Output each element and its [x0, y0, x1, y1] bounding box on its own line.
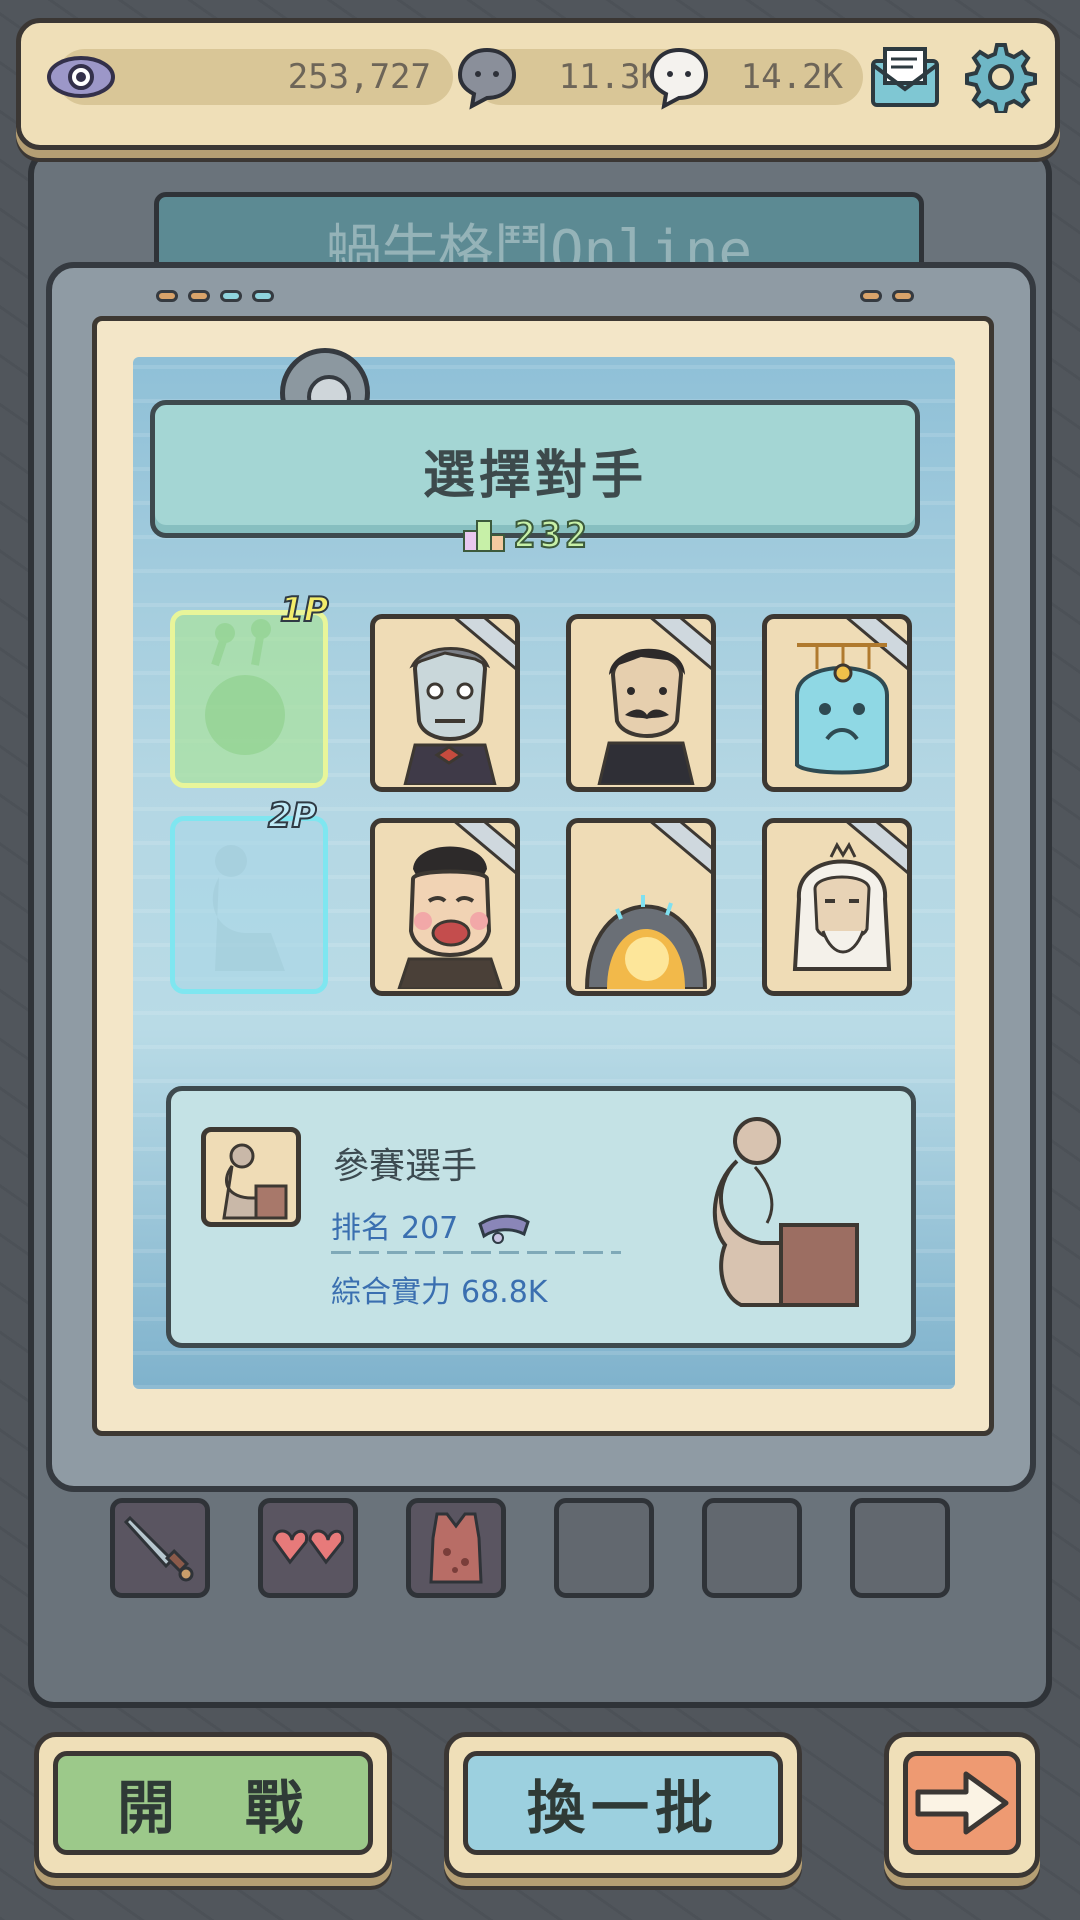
mustache-gentleman-portrait — [597, 648, 695, 785]
opponent-card[interactable] — [370, 614, 520, 792]
old-man-vampire-portrait — [403, 647, 497, 785]
inventory-slot-dagger[interactable] — [110, 1498, 210, 1598]
refresh-opponents-label: 換一批 — [463, 1751, 783, 1855]
top-status-bar: 253,727 11.3K 14.2K — [16, 18, 1060, 150]
opponent-card[interactable] — [370, 818, 520, 996]
slot-1p[interactable] — [170, 610, 328, 788]
light-speech-bubble-icon — [643, 41, 715, 113]
inventory-slot-empty[interactable] — [850, 1498, 950, 1598]
player-rank: 232 — [462, 512, 591, 558]
blue-ghost-portrait — [795, 643, 889, 775]
inventory-slot-empty[interactable] — [554, 1498, 654, 1598]
contestant-thumbnail — [201, 1127, 301, 1227]
thinker-silhouette-icon — [212, 845, 285, 971]
gear-icon[interactable] — [965, 41, 1037, 113]
dark-bubble-count: 11.3K — [558, 57, 661, 97]
views-count: 253,727 — [287, 57, 431, 97]
light-bubble-count: 14.2K — [740, 57, 843, 97]
rank-value: 232 — [513, 514, 592, 557]
power-label: 綜合實力 — [331, 1275, 451, 1310]
1p-label: 1P — [279, 589, 330, 631]
start-battle-button[interactable]: 開 戰 — [34, 1732, 392, 1878]
selected-contestant-panel: 參賽選手 排名 207 綜合實力 68.8K — [166, 1086, 916, 1348]
dialog-title: 選擇對手 — [422, 446, 647, 506]
crying-lady-portrait — [397, 846, 503, 989]
inventory-slot-empty[interactable] — [702, 1498, 802, 1598]
opponent-card[interactable] — [566, 614, 716, 792]
thinker-statue-icon — [222, 1143, 288, 1220]
inventory-slot-glasses[interactable] — [258, 1498, 358, 1598]
rank-label: 排名 — [331, 1211, 391, 1246]
podium-icon — [463, 520, 505, 552]
vest-icon — [429, 1512, 483, 1584]
arrow-right-icon — [903, 1751, 1021, 1855]
start-battle-label: 開 戰 — [53, 1751, 373, 1855]
contestant-rank: 排名 207 — [331, 1203, 532, 1248]
info-divider — [331, 1251, 621, 1254]
collar-icon — [478, 1214, 530, 1244]
thinker-statue-figure — [712, 1117, 859, 1307]
opponent-card[interactable] — [762, 614, 912, 792]
slot-2p[interactable] — [170, 816, 328, 994]
mail-icon[interactable] — [863, 41, 947, 113]
opponent-card[interactable] — [566, 818, 716, 996]
dagger-icon — [123, 1515, 194, 1582]
rank-value: 207 — [401, 1211, 459, 1246]
2p-label: 2P — [267, 795, 318, 837]
contestant-name: 參賽選手 — [333, 1146, 478, 1187]
refresh-opponents-button[interactable]: 換一批 — [444, 1732, 802, 1878]
contestant-power: 綜合實力 68.8K — [331, 1267, 547, 1311]
power-value: 68.8K — [461, 1275, 548, 1310]
eye-icon — [45, 41, 117, 113]
heart-glasses-icon — [272, 1529, 345, 1565]
inventory-slot-vest[interactable] — [406, 1498, 506, 1598]
golden-portal-portrait — [584, 895, 708, 989]
opponent-card[interactable] — [762, 818, 912, 996]
white-haired-sage-portrait — [792, 841, 892, 971]
dark-speech-bubble-icon — [451, 41, 523, 113]
next-button[interactable] — [884, 1732, 1040, 1878]
snail-silhouette-icon — [205, 619, 285, 755]
